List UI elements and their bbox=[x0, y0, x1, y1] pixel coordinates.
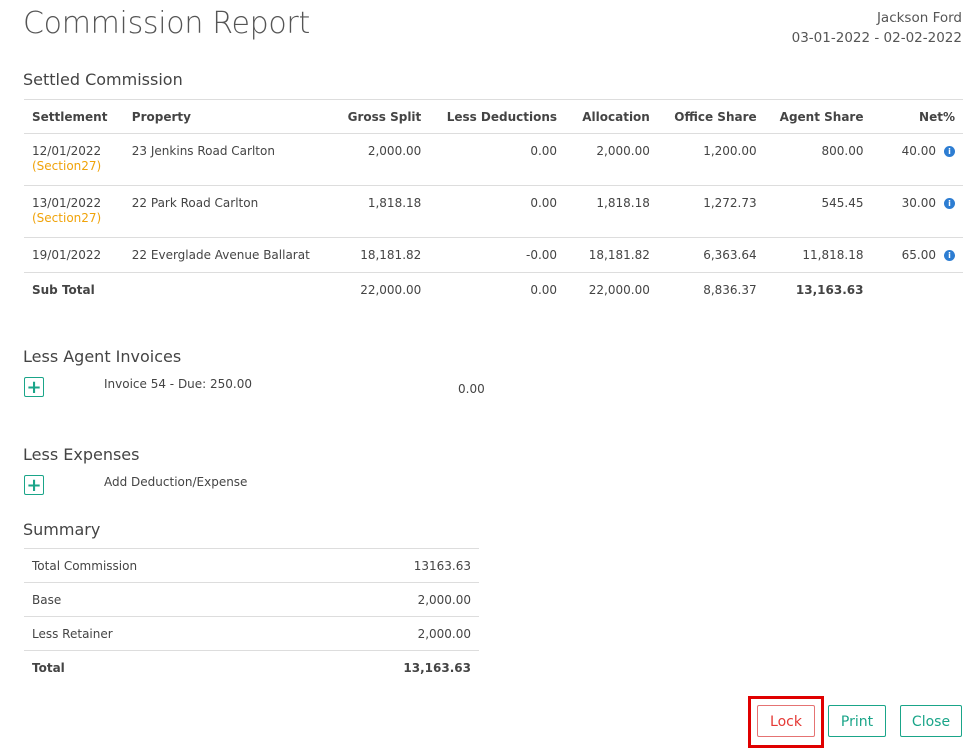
summary-label: Total Commission bbox=[24, 548, 294, 583]
section27-tag: (Section27) bbox=[32, 211, 102, 225]
table-row: 19/01/2022 22 Everglade Avenue Ballarat … bbox=[24, 237, 963, 273]
summary-heading: Summary bbox=[23, 520, 101, 539]
col-net-percent: Net% bbox=[871, 99, 963, 134]
gross-cell: 2,000.00 bbox=[317, 133, 430, 186]
empty-cell bbox=[124, 273, 318, 308]
summary-row: Base 2,000.00 bbox=[24, 582, 479, 617]
col-gross-split: Gross Split bbox=[317, 99, 430, 134]
col-settlement: Settlement bbox=[24, 99, 124, 134]
lock-button[interactable]: Lock bbox=[757, 705, 815, 737]
settlement-date: 19/01/2022 bbox=[24, 237, 124, 273]
subtotal-label: Sub Total bbox=[32, 283, 95, 297]
property-cell: 22 Park Road Carlton bbox=[123, 185, 318, 238]
col-property: Property bbox=[123, 99, 318, 134]
summary-label: Base bbox=[24, 582, 294, 617]
summary-value: 2,000.00 bbox=[293, 616, 479, 651]
office-share-cell: 1,200.00 bbox=[657, 133, 765, 186]
date-range: 03-01-2022 - 02-02-2022 bbox=[791, 30, 962, 46]
invoice-label: Invoice 54 - Due: 250.00 bbox=[104, 377, 253, 391]
settlement-cell: 12/01/2022 (Section27) bbox=[24, 133, 124, 186]
page-title: Commission Report bbox=[23, 6, 310, 41]
col-less-deductions: Less Deductions bbox=[429, 99, 566, 134]
property-cell: 23 Jenkins Road Carlton bbox=[123, 133, 318, 186]
table-row: 12/01/2022 (Section27) 23 Jenkins Road Ca… bbox=[24, 133, 963, 186]
settled-commission-table: Settlement Property Gross Split Less Ded… bbox=[24, 99, 963, 307]
col-agent-share: Agent Share bbox=[764, 99, 872, 134]
net-value: 40.00 bbox=[901, 144, 936, 158]
agent-share-cell: 545.45 bbox=[764, 185, 872, 238]
summary-label: Less Retainer bbox=[24, 616, 294, 651]
add-invoice-button[interactable]: + bbox=[24, 377, 44, 397]
col-allocation: Allocation bbox=[565, 99, 658, 134]
office-share-cell: 6,363.64 bbox=[657, 237, 765, 273]
plus-icon: + bbox=[26, 475, 42, 496]
invoice-value: 0.00 bbox=[458, 382, 485, 396]
agent-share-cell: 11,818.18 bbox=[764, 237, 872, 273]
add-expense-label: Add Deduction/Expense bbox=[104, 475, 248, 489]
close-button[interactable]: Close bbox=[900, 705, 962, 737]
table-header-row: Settlement Property Gross Split Less Ded… bbox=[24, 99, 963, 134]
net-cell: 65.00 i bbox=[871, 237, 963, 273]
expenses-heading: Less Expenses bbox=[23, 445, 140, 464]
allocation-cell: 18,181.82 bbox=[565, 237, 658, 273]
subtotal-deductions: 0.00 bbox=[530, 283, 558, 297]
info-icon[interactable]: i bbox=[944, 146, 955, 157]
subtotal-allocation: 22,000.00 bbox=[588, 283, 650, 297]
summary-value: 2,000.00 bbox=[293, 582, 479, 617]
net-cell: 40.00 i bbox=[871, 133, 963, 186]
deductions-cell: -0.00 bbox=[429, 237, 566, 273]
subtotal-agent: 13,163.63 bbox=[795, 283, 864, 297]
col-office-share: Office Share bbox=[657, 99, 765, 134]
settlement-date: 12/01/2022 bbox=[32, 144, 102, 158]
property-cell: 22 Everglade Avenue Ballarat bbox=[123, 237, 318, 273]
subtotal-office: 8,836.37 bbox=[703, 283, 757, 297]
summary-total-label: Total bbox=[24, 650, 294, 684]
summary-total-row: Total 13,163.63 bbox=[24, 650, 479, 684]
summary-total-value: 13,163.63 bbox=[293, 650, 479, 684]
table-row: 13/01/2022 (Section27) 22 Park Road Carlt… bbox=[24, 185, 963, 238]
subtotal-gross: 22,000.00 bbox=[360, 283, 422, 297]
net-value: 65.00 bbox=[901, 248, 936, 262]
net-value: 30.00 bbox=[901, 196, 936, 210]
deductions-cell: 0.00 bbox=[429, 133, 566, 186]
settlement-date: 13/01/2022 bbox=[32, 196, 102, 210]
settled-commission-heading: Settled Commission bbox=[23, 70, 183, 89]
gross-cell: 18,181.82 bbox=[317, 237, 430, 273]
allocation-cell: 2,000.00 bbox=[565, 133, 658, 186]
net-cell: 30.00 i bbox=[871, 185, 963, 238]
agent-invoices-heading: Less Agent Invoices bbox=[23, 347, 182, 366]
agent-name: Jackson Ford bbox=[876, 10, 962, 26]
subtotal-row: Sub Total 22,000.00 0.00 22,000.00 8,836… bbox=[24, 273, 963, 308]
print-button[interactable]: Print bbox=[828, 705, 886, 737]
office-share-cell: 1,272.73 bbox=[657, 185, 765, 238]
info-icon[interactable]: i bbox=[944, 198, 955, 209]
plus-icon: + bbox=[26, 377, 42, 398]
summary-value: 13163.63 bbox=[293, 548, 479, 583]
summary-table: Total Commission 13163.63 Base 2,000.00 … bbox=[24, 548, 479, 684]
summary-row: Total Commission 13163.63 bbox=[24, 548, 479, 583]
agent-share-cell: 800.00 bbox=[764, 133, 872, 186]
info-icon[interactable]: i bbox=[944, 250, 955, 261]
deductions-cell: 0.00 bbox=[429, 185, 566, 238]
allocation-cell: 1,818.18 bbox=[565, 185, 658, 238]
gross-cell: 1,818.18 bbox=[317, 185, 430, 238]
section27-tag: (Section27) bbox=[32, 159, 102, 173]
empty-cell bbox=[871, 273, 963, 308]
settlement-cell: 13/01/2022 (Section27) bbox=[24, 185, 124, 238]
summary-row: Less Retainer 2,000.00 bbox=[24, 616, 479, 651]
add-expense-button[interactable]: + bbox=[24, 475, 44, 495]
report-header-info: Jackson Ford 03-01-2022 - 02-02-2022 bbox=[792, 8, 962, 48]
